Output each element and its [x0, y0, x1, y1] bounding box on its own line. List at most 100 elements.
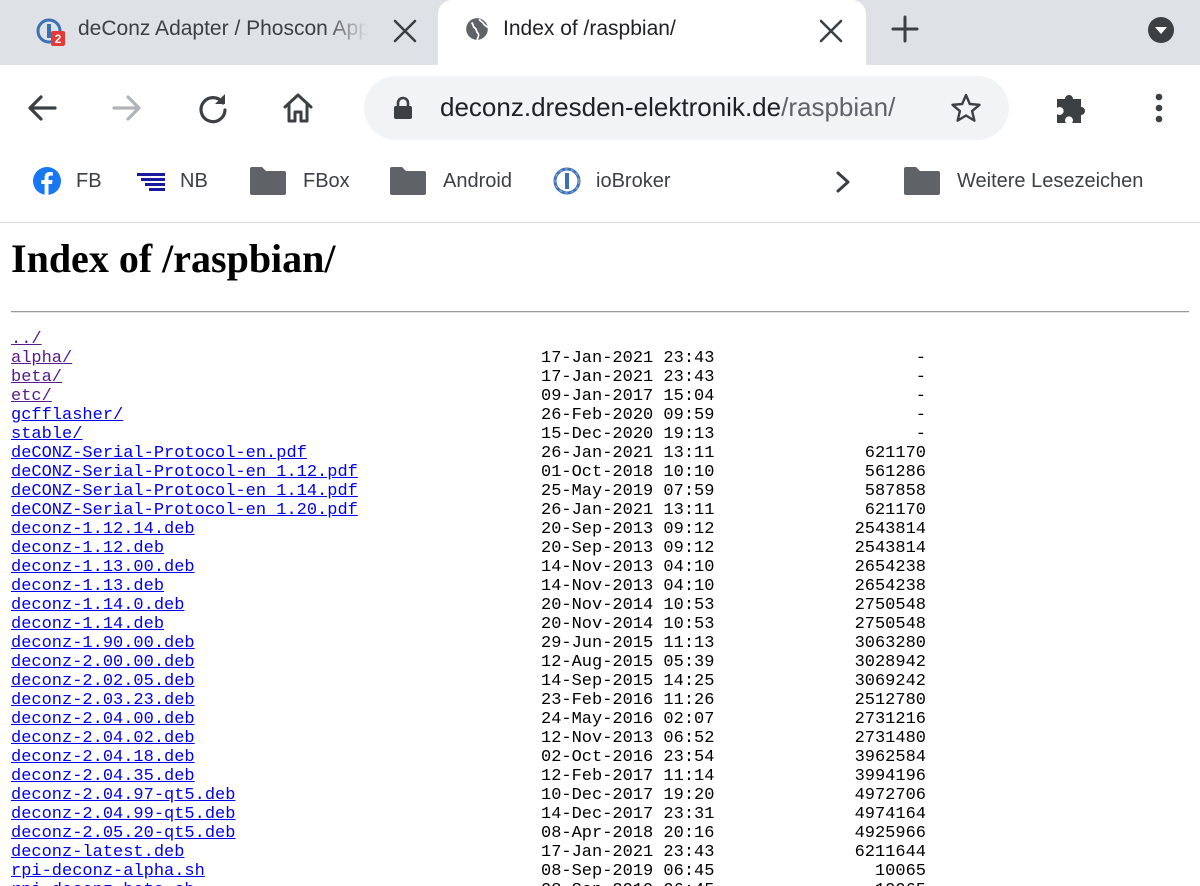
lock-icon[interactable] — [392, 96, 414, 120]
file-link[interactable]: rpi-deconz-alpha.sh — [11, 862, 205, 881]
listing-row: rpi-deconz-alpha.sh 08-Sep-2019 06:45 1006… — [11, 862, 1191, 881]
file-link[interactable]: deCONZ-Serial-Protocol-en 1.20.pdf — [11, 501, 358, 520]
tab-strip: 2 deConz Adapter / Phoscon App Index of … — [0, 0, 1200, 65]
file-date: 20-Nov-2014 10:53 — [541, 596, 715, 615]
file-date: 26-Jan-2021 13:11 — [541, 444, 715, 463]
listing-row: deCONZ-Serial-Protocol-en 1.12.pdf 01-Oct… — [11, 463, 1191, 482]
file-link[interactable]: deconz-2.04.35.deb — [11, 767, 195, 786]
listing-row: deconz-2.04.00.deb 24-May-2016 02:07 27312… — [11, 710, 1191, 729]
file-link[interactable]: deconz-2.04.00.deb — [11, 710, 195, 729]
globe-icon — [466, 18, 489, 41]
extensions-puzzle-icon[interactable] — [1053, 89, 1091, 127]
file-link[interactable]: deCONZ-Serial-Protocol-en 1.12.pdf — [11, 463, 358, 482]
chevron-right-icon[interactable] — [832, 170, 854, 194]
file-link[interactable]: etc/ — [11, 387, 52, 406]
listing-row: deCONZ-Serial-Protocol-en 1.14.pdf 25-May… — [11, 482, 1191, 501]
file-link[interactable]: deconz-1.14.deb — [11, 615, 164, 634]
bookmark-folder-android[interactable]: Android — [389, 151, 512, 211]
file-size: 2654238 — [854, 558, 926, 577]
forward-arrow-icon[interactable] — [110, 91, 144, 125]
bookmark-label: Android — [443, 169, 512, 192]
bookmark-folder-weitere-lesezeichen[interactable]: Weitere Lesezeichen — [903, 151, 1143, 211]
iobroker-icon — [553, 167, 581, 195]
close-tab-icon[interactable] — [816, 16, 846, 46]
file-link[interactable]: deconz-2.00.00.deb — [11, 653, 195, 672]
file-link[interactable]: deconz-latest.deb — [11, 843, 184, 862]
file-link[interactable]: deconz-1.14.0.deb — [11, 596, 184, 615]
reload-icon[interactable] — [196, 91, 230, 125]
file-link[interactable]: beta/ — [11, 368, 62, 387]
file-link[interactable]: deconz-2.03.23.deb — [11, 691, 195, 710]
file-link[interactable]: deconz-2.04.99-qt5.deb — [11, 805, 235, 824]
file-size: 10065 — [841, 881, 926, 886]
bookmark-nb[interactable]: NB — [136, 151, 208, 211]
file-link[interactable]: deCONZ-Serial-Protocol-en 1.14.pdf — [11, 482, 358, 501]
file-size: 587858 — [864, 482, 926, 501]
file-link[interactable]: deconz-2.02.05.deb — [11, 672, 195, 691]
bookmark-iobroker[interactable]: ioBroker — [552, 151, 670, 211]
file-size: 2543814 — [854, 539, 926, 558]
file-size: 2543814 — [854, 520, 926, 539]
folder-icon — [904, 167, 940, 195]
url-path: /raspbian/ — [781, 92, 896, 122]
file-link[interactable]: deconz-1.13.deb — [11, 577, 164, 596]
file-link[interactable]: gcfflasher/ — [11, 406, 123, 425]
bookmark-label: NB — [180, 169, 208, 192]
url-text[interactable]: deconz.dresden-elektronik.de/raspbian/ — [440, 92, 895, 123]
file-date: 12-Nov-2013 06:52 — [541, 729, 715, 748]
more-vert-icon[interactable] — [1142, 91, 1176, 125]
tab-deconz-adapter[interactable]: 2 deConz Adapter / Phoscon App — [0, 0, 438, 65]
new-tab-icon[interactable] — [890, 14, 920, 44]
file-size: 4972706 — [854, 786, 926, 805]
file-size: 2512780 — [854, 691, 926, 710]
file-size: 2654238 — [854, 577, 926, 596]
file-date: 24-May-2016 02:07 — [541, 710, 715, 729]
file-link[interactable]: deconz-1.90.00.deb — [11, 634, 195, 653]
file-date: 17-Jan-2021 23:43 — [541, 368, 715, 387]
bookmark-folder-fbox[interactable]: FBox — [249, 151, 350, 211]
directory-listing: ../alpha/17-Jan-2021 23:43- beta/17-Jan-2… — [11, 330, 1191, 886]
bookmark-star-icon[interactable] — [950, 92, 982, 124]
file-date: 26-Jan-2021 13:11 — [541, 501, 715, 520]
file-link[interactable]: deconz-2.04.02.deb — [11, 729, 195, 748]
listing-row: deconz-2.04.18.deb 02-Oct-2016 23:54 39625… — [11, 748, 1191, 767]
listing-row: deconz-2.04.02.deb 12-Nov-2013 06:52 27314… — [11, 729, 1191, 748]
page-title: Index of /raspbian/ — [11, 236, 336, 281]
back-arrow-icon[interactable] — [25, 91, 59, 125]
file-link[interactable]: rpi-deconz-beta.sh — [11, 881, 195, 886]
home-icon[interactable] — [281, 91, 315, 125]
file-link[interactable]: deconz-2.05.20-qt5.deb — [11, 824, 235, 843]
file-link[interactable]: ../ — [11, 330, 42, 349]
bookmark-fb[interactable]: FB — [32, 151, 102, 211]
listing-row: deconz-1.90.00.deb 29-Jun-2015 11:13 30632… — [11, 634, 1191, 653]
file-link[interactable]: deconz-2.04.18.deb — [11, 748, 195, 767]
file-date: 08-Sep-2019 06:45 — [541, 862, 715, 881]
file-date: 23-Feb-2016 11:26 — [541, 691, 715, 710]
tab-index-of-raspbian[interactable]: Index of /raspbian/ — [438, 0, 866, 65]
file-size: 2731216 — [854, 710, 926, 729]
file-link[interactable]: stable/ — [11, 425, 82, 444]
address-bar[interactable]: deconz.dresden-elektronik.de/raspbian/ — [364, 76, 1009, 140]
file-link[interactable]: deconz-1.13.00.deb — [11, 558, 195, 577]
listing-row: deconz-1.13.deb 14-Nov-2013 04:10 2654238 — [11, 577, 1191, 596]
file-link[interactable]: deconz-1.12.14.deb — [11, 520, 195, 539]
file-date: 08-Sep-2019 06:45 — [541, 881, 714, 886]
listing-row: deconz-2.04.99-qt5.deb 14-Dec-2017 23:31 4… — [11, 805, 1191, 824]
svg-text:2: 2 — [55, 32, 62, 46]
listing-row: gcfflasher/26-Feb-2020 09:59 - — [11, 406, 1191, 425]
file-size: 10065 — [874, 862, 926, 881]
file-date: 14-Nov-2013 04:10 — [541, 558, 715, 577]
nb-icon — [137, 173, 165, 191]
tab-title: deConz Adapter / Phoscon App — [78, 17, 368, 40]
listing-row: ../ — [11, 330, 1191, 349]
file-size: 3069242 — [854, 672, 926, 691]
file-link[interactable]: alpha/ — [11, 349, 72, 368]
file-link[interactable]: deconz-2.04.97-qt5.deb — [11, 786, 235, 805]
close-tab-icon[interactable] — [390, 16, 420, 46]
listing-row: deconz-1.14.deb 20-Nov-2014 10:53 2750548 — [11, 615, 1191, 634]
file-date: 17-Jan-2021 23:43 — [541, 843, 715, 862]
bookmark-label: ioBroker — [596, 169, 671, 192]
tab-search-icon[interactable] — [1147, 16, 1175, 44]
file-link[interactable]: deconz-1.12.deb — [11, 539, 164, 558]
file-link[interactable]: deCONZ-Serial-Protocol-en.pdf — [11, 444, 307, 463]
